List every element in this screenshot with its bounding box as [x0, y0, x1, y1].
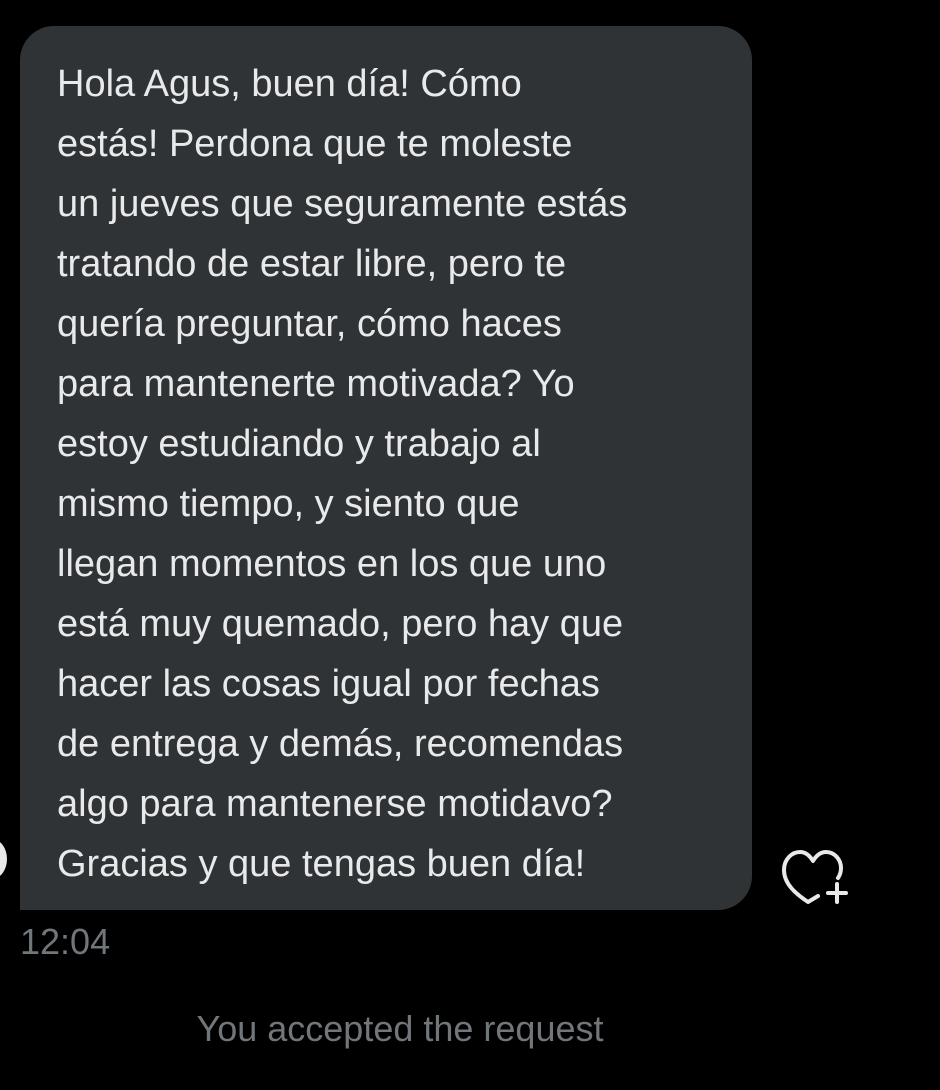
sender-avatar[interactable] — [0, 836, 10, 882]
message-text-line: algo para mantenerse motidavo? — [57, 783, 613, 825]
message-timestamp: 12:04 — [20, 921, 111, 962]
message-text-line: Hola Agus, buen día! Cómo — [57, 63, 522, 105]
message-text-line: tratando de estar libre, pero te — [57, 243, 567, 285]
message-text-line: estoy estudiando y trabajo al — [57, 423, 541, 465]
message-text-line: está muy quemado, pero hay que — [57, 603, 624, 645]
message-text-line: estás! Perdona que te moleste — [57, 123, 573, 165]
message-text-line: Gracias y que tengas buen día! — [57, 843, 586, 885]
message-text-line: de entrega y demás, recomendas — [57, 723, 624, 765]
message-text-line: llegan momentos en los que uno — [57, 543, 607, 585]
message-text-line: mismo tiempo, y siento que — [57, 483, 520, 525]
message-text-line: un jueves que seguramente estás — [57, 183, 628, 225]
request-accepted-notice: You accepted the request — [196, 1008, 604, 1049]
message-bubble[interactable]: Hola Agus, buen día! Cómo estás! Perdona… — [20, 26, 752, 910]
message-text-line: hacer las cosas igual por fechas — [57, 663, 600, 705]
message-text-line: quería preguntar, cómo haces — [57, 303, 562, 345]
add-reaction-button[interactable] — [778, 846, 850, 908]
message-text-line: para mantenerte motivada? Yo — [57, 363, 575, 405]
heart-plus-icon — [782, 850, 848, 904]
